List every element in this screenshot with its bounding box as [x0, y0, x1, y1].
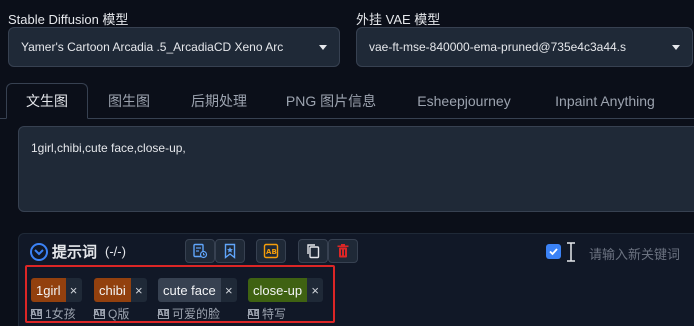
tab-img2img[interactable]: 图生图 [96, 83, 162, 119]
chevron-down-icon [672, 44, 680, 50]
tag-text: 1girl [31, 278, 66, 302]
translate-badge-icon: AB [93, 308, 106, 319]
chevron-down-icon [319, 44, 327, 50]
tag-translation: AB 特写 [247, 305, 287, 322]
translate-icon: A B [263, 243, 279, 259]
prompt-input[interactable]: 1girl,chibi,cute face,close-up, [18, 126, 694, 212]
tag-translation-text: 可爱的脸 [172, 307, 221, 321]
copy-icon [307, 244, 320, 259]
tag-translation-text: 1女孩 [45, 307, 76, 321]
close-icon[interactable]: × [220, 278, 237, 302]
text-cursor-icon [567, 242, 575, 262]
tab-txt2img[interactable]: 文生图 [6, 83, 88, 119]
tab-esheepjourney[interactable]: Esheepjourney [402, 83, 526, 119]
auto-translate-checkbox[interactable] [546, 244, 561, 259]
tag-chip[interactable]: chibi × [94, 278, 147, 302]
tag-chip[interactable]: cute face × [158, 278, 237, 302]
bookmark-icon [224, 243, 236, 259]
translate-badge-icon: AB [247, 308, 260, 319]
copy-button[interactable] [298, 239, 328, 263]
vae-model-value: vae-ft-mse-840000-ema-pruned@735e4c3a44.… [369, 40, 626, 54]
sd-model-select[interactable]: Yamer's Cartoon Arcadia .5_ArcadiaCD Xen… [8, 27, 340, 67]
prompt-token-count: (-/-) [105, 244, 126, 259]
tag-text: cute face [158, 278, 221, 302]
tab-bar: 文生图 图生图 后期处理 PNG 图片信息 Esheepjourney Inpa… [0, 83, 694, 119]
history-icon [193, 243, 208, 259]
close-icon[interactable]: × [65, 278, 82, 302]
tag-translation-text: 特写 [262, 307, 287, 321]
tag-translation: AB 可爱的脸 [157, 305, 221, 322]
bookmark-button[interactable] [215, 239, 245, 263]
collapse-chevron-icon [30, 242, 48, 261]
tab-extras[interactable]: 后期处理 [176, 83, 262, 119]
tag-chip[interactable]: 1girl × [31, 278, 82, 302]
tab-png-info[interactable]: PNG 图片信息 [276, 83, 386, 119]
history-button[interactable] [185, 239, 215, 263]
trash-icon [337, 244, 349, 258]
translate-badge-icon: AB [30, 308, 43, 319]
clear-button[interactable] [328, 239, 358, 263]
tag-translation: AB 1女孩 [30, 305, 76, 322]
sd-model-label: Stable Diffusion 模型 [8, 12, 129, 27]
tag-text: chibi [94, 278, 131, 302]
checkmark-icon [549, 248, 558, 256]
keyword-input[interactable]: 请输入新关键词 [589, 244, 680, 263]
tag-translation: AB Q版 [93, 305, 130, 322]
sd-model-value: Yamer's Cartoon Arcadia .5_ArcadiaCD Xen… [21, 40, 284, 54]
translate-badge-icon: AB [157, 308, 170, 319]
vae-model-label: 外挂 VAE 模型 [356, 12, 441, 27]
prompt-helper-title: 提示词 [52, 244, 98, 261]
close-icon[interactable]: × [130, 278, 147, 302]
vae-model-select[interactable]: vae-ft-mse-840000-ema-pruned@735e4c3a44.… [356, 27, 693, 67]
tag-chip[interactable]: close-up × [248, 278, 324, 302]
tab-inpaint-anything[interactable]: Inpaint Anything [540, 83, 670, 119]
prompt-helper-header[interactable]: 提示词 (-/-) [30, 241, 126, 262]
svg-text:B: B [272, 248, 277, 256]
tag-text: close-up [248, 278, 308, 302]
tag-translation-text: Q版 [108, 307, 130, 321]
translate-button[interactable]: A B [256, 239, 286, 263]
close-icon[interactable]: × [307, 278, 324, 302]
